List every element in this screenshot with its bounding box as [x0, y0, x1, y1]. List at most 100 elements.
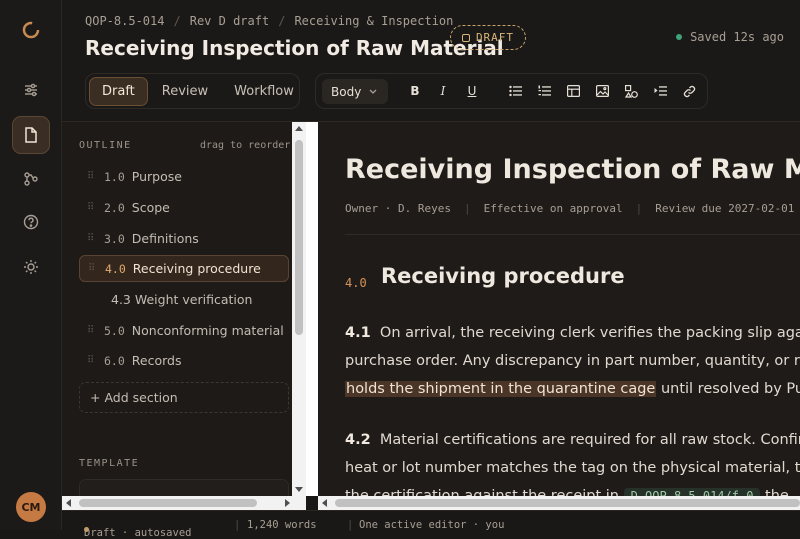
tab-review[interactable]: Review — [150, 78, 220, 105]
outline-item-receiving-procedure[interactable]: ⠿ 4.0 Receiving procedure — [79, 255, 289, 282]
outline-item-nonconforming-material[interactable]: ⠿ 5.0 Nonconforming material — [79, 317, 289, 344]
template-heading: TEMPLATE — [79, 458, 140, 469]
paragraph-4-1[interactable]: 4.1 On arrival, the receiving clerk veri… — [345, 319, 800, 403]
paragraph-4-2[interactable]: 4.2 Material certifications are required… — [345, 426, 800, 496]
tab-draft[interactable]: Draft — [89, 76, 148, 106]
scroll-left-icon[interactable] — [322, 499, 327, 507]
save-status: Saved 12s ago — [676, 30, 784, 44]
style-select-value: Body — [331, 84, 362, 99]
breadcrumb: QOP-8.5-014/Rev D draft / Receiving & Insp… — [85, 14, 454, 28]
paragraph-text: heat or lot number matches the tag on th… — [345, 460, 800, 476]
paragraph-text: the certification against the receipt in — [345, 488, 624, 496]
breadcrumb-item[interactable]: Rev D draft — [190, 14, 269, 28]
sun-icon[interactable] — [12, 248, 50, 286]
outline-item-number: 3.0 — [104, 231, 125, 246]
drag-handle-icon[interactable]: ⠿ — [87, 233, 104, 244]
editor-horizontal-scrollbar[interactable] — [318, 496, 800, 510]
drag-handle-icon[interactable]: ⠿ — [87, 325, 104, 336]
scrollbar-thumb[interactable] — [295, 140, 303, 335]
avatar[interactable]: CM — [16, 492, 46, 522]
scrollbar-thumb[interactable] — [79, 499, 257, 507]
table-icon[interactable] — [564, 82, 582, 100]
scroll-left-icon[interactable] — [66, 499, 71, 507]
document-editor[interactable]: Receiving Inspection of Raw Material Own… — [306, 122, 800, 496]
editor-document-title[interactable]: Receiving Inspection of Raw Material — [345, 154, 800, 185]
status-badge-label: DRAFT — [475, 31, 515, 44]
document-meta: Owner · D. Reyes | Effective on approval | R… — [345, 202, 795, 215]
paragraph-text: until resolved by Purchasing. — [660, 381, 800, 397]
tab-workflow[interactable]: Workflow — [222, 78, 306, 105]
indent-icon[interactable] — [651, 82, 669, 100]
numbered-list-icon[interactable] — [535, 82, 553, 100]
scroll-up-icon[interactable] — [295, 126, 303, 131]
outline-item-definitions[interactable]: ⠿ 3.0 Definitions — [79, 225, 289, 252]
section-heading[interactable]: Receiving procedure — [381, 264, 625, 288]
drag-handle-icon[interactable]: ⠿ — [87, 171, 104, 182]
paragraph-text: On arrival, the receiving clerk verifies… — [379, 325, 800, 341]
paragraph-style-select[interactable]: Body — [322, 79, 388, 104]
help-icon[interactable] — [12, 203, 50, 241]
drag-handle-icon[interactable]: ⠿ — [87, 355, 104, 366]
outline-item-label: 4.3 Weight verification — [111, 292, 253, 307]
drag-handle-icon[interactable]: ⠿ — [87, 202, 104, 213]
outline-item-scope[interactable]: ⠿ 2.0 Scope — [79, 194, 289, 221]
outline-item-purpose[interactable]: ⠿ 1.0 Purpose — [79, 163, 289, 190]
status-separator: | — [234, 519, 241, 531]
italic-button[interactable]: I — [434, 82, 452, 100]
autosave-status: Draft · autosaved — [84, 527, 192, 539]
outline-item-label: Purpose — [131, 169, 182, 184]
section-number: 4.0 — [345, 276, 367, 290]
outline-sidebar: OUTLINE drag to reorder ⠿ 1.0 Purpose ⠿ 2.0… — [62, 122, 292, 496]
settings-sliders-icon[interactable] — [12, 71, 50, 109]
saved-text: Saved 12s ago — [690, 30, 784, 44]
outline-item-number: 2.0 — [104, 200, 125, 215]
underline-button[interactable]: U — [463, 82, 481, 100]
template-select[interactable] — [79, 479, 289, 496]
outline-item-number: 6.0 — [104, 353, 125, 368]
image-icon[interactable] — [593, 82, 611, 100]
document-reference-chip[interactable]: D-QOP-8.5-014/f.0 — [623, 488, 761, 496]
highlighted-text[interactable]: holds the shipment in the quarantine cag… — [345, 381, 657, 397]
meta-owner: Owner · D. Reyes — [345, 202, 451, 215]
outline-item-label: Definitions — [131, 231, 199, 246]
meta-effective: Effective on approval — [483, 202, 623, 215]
format-toolbar: Body B I U — [315, 73, 708, 109]
outline-item-records[interactable]: ⠿ 6.0 Records — [79, 347, 289, 374]
outline-heading: OUTLINE — [79, 140, 132, 151]
sidebar-vertical-scrollbar[interactable] — [292, 122, 306, 496]
app-logo — [21, 20, 41, 40]
scroll-right-icon[interactable] — [285, 499, 290, 507]
bold-button[interactable]: B — [406, 82, 424, 100]
shapes-icon[interactable] — [622, 82, 640, 100]
saved-dot-icon — [676, 34, 683, 40]
breadcrumb-item[interactable]: QOP-8.5-014 — [85, 14, 164, 28]
scrollbar-thumb[interactable] — [335, 499, 800, 507]
outline-item-label: Nonconforming material — [131, 323, 284, 338]
outline-item-label: Scope — [131, 200, 170, 215]
active-editors: One active editor · you — [359, 519, 505, 531]
paragraph-text: purchase order. Any discrepancy in part … — [345, 353, 800, 369]
outline-item-label: Receiving procedure — [132, 261, 261, 276]
document-header: QOP-8.5-014/Rev D draft / Receiving & Insp… — [62, 0, 800, 122]
meta-review-due: Review due 2027-02-01 — [655, 202, 795, 215]
bullet-list-icon[interactable] — [506, 82, 524, 100]
clause-number: 4.2 — [345, 432, 371, 448]
status-square-icon — [461, 33, 470, 42]
drag-handle-icon[interactable]: ⠿ — [88, 263, 105, 274]
divider — [345, 234, 800, 235]
status-badge: DRAFT — [450, 25, 526, 50]
workflow-icon[interactable] — [12, 160, 50, 198]
outline-item-number: 4.0 — [105, 261, 126, 276]
add-section-button[interactable]: + Add section — [79, 382, 289, 413]
app-rail: CM — [0, 0, 62, 530]
outline-subitem-weight-verification[interactable]: 4.3 Weight verification — [79, 286, 289, 313]
status-separator: | — [347, 519, 354, 531]
sidebar-horizontal-scrollbar[interactable] — [62, 496, 306, 510]
clause-number: 4.1 — [345, 325, 371, 341]
drag-hint: drag to reorder — [200, 140, 291, 151]
link-icon[interactable] — [680, 82, 698, 100]
scroll-down-icon[interactable] — [295, 487, 303, 492]
document-icon[interactable] — [12, 116, 50, 154]
mode-tabs: Draft Review Workflow — [85, 73, 300, 109]
breadcrumb-item[interactable]: Receiving & Inspection — [294, 14, 453, 28]
